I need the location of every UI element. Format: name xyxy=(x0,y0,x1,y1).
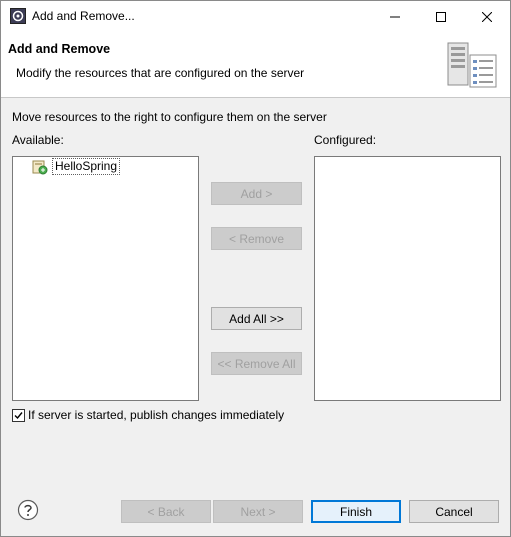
maximize-icon xyxy=(436,11,446,22)
available-list[interactable]: HelloSpring xyxy=(12,156,199,401)
remove-all-button[interactable]: << Remove All xyxy=(211,352,302,375)
minimize-button[interactable] xyxy=(372,1,418,32)
wizard-banner: Add and Remove Modify the resources that… xyxy=(1,32,510,98)
window-title: Add and Remove... xyxy=(32,9,135,23)
available-label: Available: xyxy=(12,133,64,147)
add-button[interactable]: Add > xyxy=(211,182,302,205)
remove-button[interactable]: < Remove xyxy=(211,227,302,250)
add-all-button[interactable]: Add All >> xyxy=(211,307,302,330)
finish-button[interactable]: Finish xyxy=(311,500,401,523)
cancel-button[interactable]: Cancel xyxy=(409,500,499,523)
minimize-icon xyxy=(390,16,400,17)
list-item[interactable]: HelloSpring xyxy=(32,157,121,176)
close-icon xyxy=(482,11,492,22)
item-label: HelloSpring xyxy=(52,158,121,175)
next-button[interactable]: Next > xyxy=(213,500,303,523)
checkmark-icon xyxy=(14,411,23,419)
configured-list[interactable] xyxy=(314,156,501,401)
title-bar[interactable]: Add and Remove... xyxy=(1,1,510,32)
close-button[interactable] xyxy=(464,1,510,32)
maximize-button[interactable] xyxy=(418,1,464,32)
eclipse-app-icon xyxy=(10,8,26,24)
server-wizard-icon xyxy=(442,39,500,91)
banner-description: Modify the resources that are configured… xyxy=(16,66,305,80)
configured-label: Configured: xyxy=(314,133,377,147)
publish-checkbox-label: If server is started, publish changes im… xyxy=(28,408,285,422)
back-button[interactable]: < Back xyxy=(121,500,211,523)
help-icon[interactable] xyxy=(17,499,39,521)
intro-text: Move resources to the right to configure… xyxy=(12,110,327,124)
banner-title: Add and Remove xyxy=(8,42,111,56)
publish-option[interactable]: If server is started, publish changes im… xyxy=(12,408,284,422)
web-project-icon xyxy=(32,159,48,175)
publish-checkbox[interactable] xyxy=(12,408,25,422)
dialog-window: Add and Remove... Add and Remove Modify … xyxy=(0,0,511,537)
